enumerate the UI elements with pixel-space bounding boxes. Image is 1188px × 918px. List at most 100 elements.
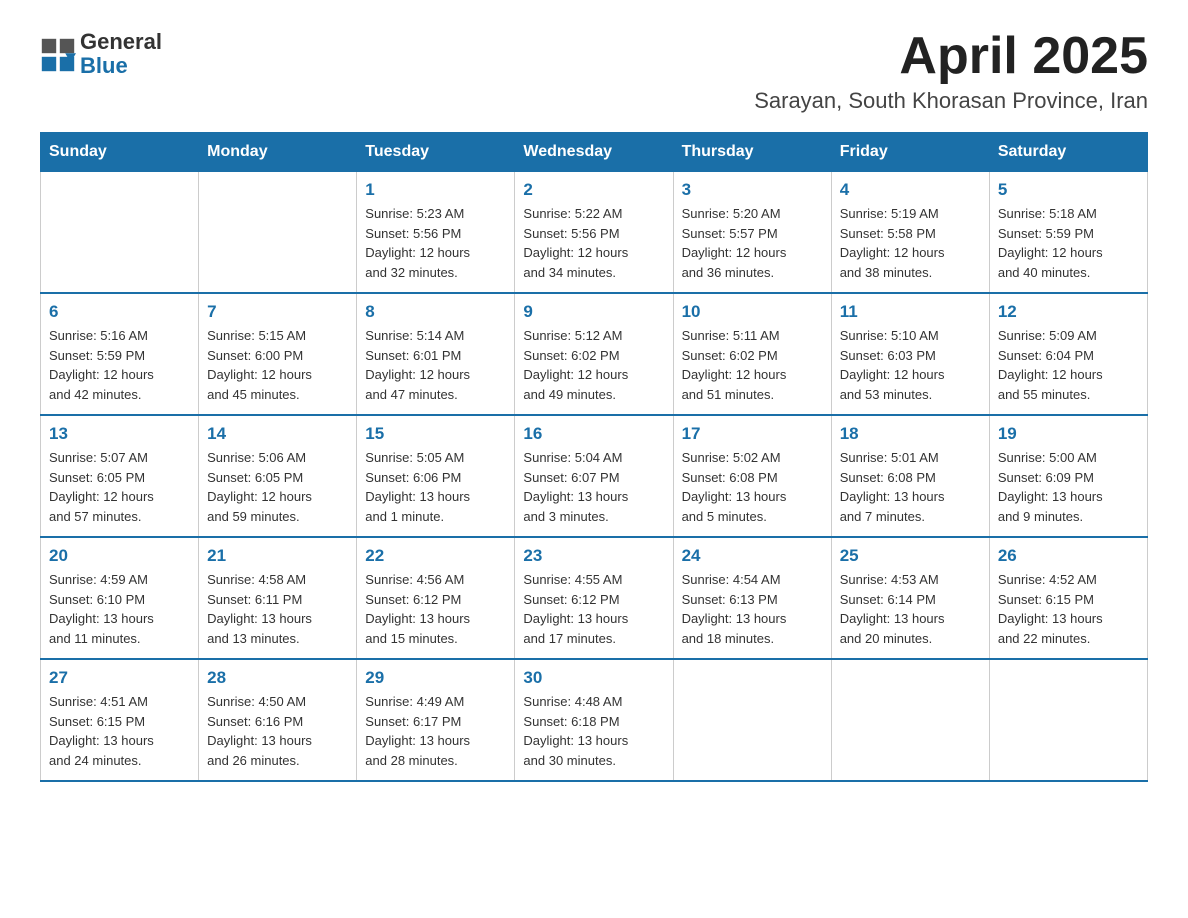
calendar-table: Sunday Monday Tuesday Wednesday Thursday… xyxy=(40,132,1148,782)
calendar-cell: 8 Sunrise: 5:14 AMSunset: 6:01 PMDaylight… xyxy=(357,293,515,415)
day-info: Sunrise: 4:53 AMSunset: 6:14 PMDaylight:… xyxy=(840,570,981,648)
logo-blue-text: Blue xyxy=(80,54,162,78)
day-info: Sunrise: 5:12 AMSunset: 6:02 PMDaylight:… xyxy=(523,326,664,404)
calendar-cell: 25 Sunrise: 4:53 AMSunset: 6:14 PMDayligh… xyxy=(831,537,989,659)
day-info: Sunrise: 4:48 AMSunset: 6:18 PMDaylight:… xyxy=(523,692,664,770)
day-info: Sunrise: 5:11 AMSunset: 6:02 PMDaylight:… xyxy=(682,326,823,404)
day-info: Sunrise: 5:16 AMSunset: 5:59 PMDaylight:… xyxy=(49,326,190,404)
calendar-cell: 3Sunrise: 5:20 AMSunset: 5:57 PMDaylight… xyxy=(673,172,831,294)
day-number: 28 xyxy=(207,668,348,688)
day-number: 8 xyxy=(365,302,506,322)
day-number: 23 xyxy=(523,546,664,566)
day-number: 22 xyxy=(365,546,506,566)
day-info: Sunrise: 5:00 AMSunset: 6:09 PMDaylight:… xyxy=(998,448,1139,526)
col-thursday: Thursday xyxy=(673,133,831,172)
col-tuesday: Tuesday xyxy=(357,133,515,172)
calendar-cell: 17Sunrise: 5:02 AMSunset: 6:08 PMDayligh… xyxy=(673,415,831,537)
day-number: 5 xyxy=(998,180,1139,200)
day-number: 12 xyxy=(998,302,1139,322)
day-info: Sunrise: 5:19 AMSunset: 5:58 PMDaylight:… xyxy=(840,204,981,282)
day-info: Sunrise: 5:22 AMSunset: 5:56 PMDaylight:… xyxy=(523,204,664,282)
calendar-cell: 10 Sunrise: 5:11 AMSunset: 6:02 PMDayligh… xyxy=(673,293,831,415)
calendar-week-row: 13 Sunrise: 5:07 AMSunset: 6:05 PMDayligh… xyxy=(41,415,1148,537)
calendar-header-row: Sunday Monday Tuesday Wednesday Thursday… xyxy=(41,133,1148,172)
day-info: Sunrise: 5:15 AMSunset: 6:00 PMDaylight:… xyxy=(207,326,348,404)
calendar-week-row: 27 Sunrise: 4:51 AMSunset: 6:15 PMDayligh… xyxy=(41,659,1148,781)
calendar-cell xyxy=(199,172,357,294)
calendar-cell: 23Sunrise: 4:55 AMSunset: 6:12 PMDayligh… xyxy=(515,537,673,659)
calendar-cell: 24Sunrise: 4:54 AMSunset: 6:13 PMDayligh… xyxy=(673,537,831,659)
day-info: Sunrise: 4:51 AMSunset: 6:15 PMDaylight:… xyxy=(49,692,190,770)
page-subtitle: Sarayan, South Khorasan Province, Iran xyxy=(754,88,1148,114)
day-info: Sunrise: 4:49 AMSunset: 6:17 PMDaylight:… xyxy=(365,692,506,770)
col-sunday: Sunday xyxy=(41,133,199,172)
day-number: 14 xyxy=(207,424,348,444)
day-info: Sunrise: 4:52 AMSunset: 6:15 PMDaylight:… xyxy=(998,570,1139,648)
calendar-cell xyxy=(673,659,831,781)
day-info: Sunrise: 5:07 AMSunset: 6:05 PMDaylight:… xyxy=(49,448,190,526)
day-number: 1 xyxy=(365,180,506,200)
calendar-cell: 1 Sunrise: 5:23 AMSunset: 5:56 PMDaylight… xyxy=(357,172,515,294)
day-number: 16 xyxy=(523,424,664,444)
day-info: Sunrise: 5:20 AMSunset: 5:57 PMDaylight:… xyxy=(682,204,823,282)
day-number: 17 xyxy=(682,424,823,444)
calendar-cell: 9Sunrise: 5:12 AMSunset: 6:02 PMDaylight… xyxy=(515,293,673,415)
day-number: 25 xyxy=(840,546,981,566)
calendar-cell: 27 Sunrise: 4:51 AMSunset: 6:15 PMDayligh… xyxy=(41,659,199,781)
day-info: Sunrise: 4:56 AMSunset: 6:12 PMDaylight:… xyxy=(365,570,506,648)
day-number: 21 xyxy=(207,546,348,566)
calendar-cell: 29Sunrise: 4:49 AMSunset: 6:17 PMDayligh… xyxy=(357,659,515,781)
calendar-cell: 22 Sunrise: 4:56 AMSunset: 6:12 PMDayligh… xyxy=(357,537,515,659)
calendar-cell: 18Sunrise: 5:01 AMSunset: 6:08 PMDayligh… xyxy=(831,415,989,537)
day-info: Sunrise: 5:14 AMSunset: 6:01 PMDaylight:… xyxy=(365,326,506,404)
calendar-cell: 4 Sunrise: 5:19 AMSunset: 5:58 PMDaylight… xyxy=(831,172,989,294)
day-info: Sunrise: 5:06 AMSunset: 6:05 PMDaylight:… xyxy=(207,448,348,526)
day-info: Sunrise: 5:23 AMSunset: 5:56 PMDaylight:… xyxy=(365,204,506,282)
calendar-cell: 30 Sunrise: 4:48 AMSunset: 6:18 PMDayligh… xyxy=(515,659,673,781)
day-number: 7 xyxy=(207,302,348,322)
calendar-cell: 20 Sunrise: 4:59 AMSunset: 6:10 PMDayligh… xyxy=(41,537,199,659)
calendar-cell: 16 Sunrise: 5:04 AMSunset: 6:07 PMDayligh… xyxy=(515,415,673,537)
title-block: April 2025 Sarayan, South Khorasan Provi… xyxy=(754,30,1148,114)
calendar-cell: 13 Sunrise: 5:07 AMSunset: 6:05 PMDayligh… xyxy=(41,415,199,537)
day-number: 2 xyxy=(523,180,664,200)
day-number: 11 xyxy=(840,302,981,322)
day-info: Sunrise: 5:04 AMSunset: 6:07 PMDaylight:… xyxy=(523,448,664,526)
logo-general-text: General xyxy=(80,30,162,54)
calendar-cell: 12 Sunrise: 5:09 AMSunset: 6:04 PMDayligh… xyxy=(989,293,1147,415)
calendar-cell: 26 Sunrise: 4:52 AMSunset: 6:15 PMDayligh… xyxy=(989,537,1147,659)
day-info: Sunrise: 5:01 AMSunset: 6:08 PMDaylight:… xyxy=(840,448,981,526)
day-info: Sunrise: 4:58 AMSunset: 6:11 PMDaylight:… xyxy=(207,570,348,648)
day-number: 26 xyxy=(998,546,1139,566)
day-info: Sunrise: 5:09 AMSunset: 6:04 PMDaylight:… xyxy=(998,326,1139,404)
day-number: 30 xyxy=(523,668,664,688)
day-number: 6 xyxy=(49,302,190,322)
logo: General Blue xyxy=(40,30,162,78)
day-number: 10 xyxy=(682,302,823,322)
day-number: 4 xyxy=(840,180,981,200)
calendar-cell: 7 Sunrise: 5:15 AMSunset: 6:00 PMDaylight… xyxy=(199,293,357,415)
day-number: 15 xyxy=(365,424,506,444)
day-number: 20 xyxy=(49,546,190,566)
day-info: Sunrise: 4:54 AMSunset: 6:13 PMDaylight:… xyxy=(682,570,823,648)
day-info: Sunrise: 4:50 AMSunset: 6:16 PMDaylight:… xyxy=(207,692,348,770)
calendar-cell: 2 Sunrise: 5:22 AMSunset: 5:56 PMDaylight… xyxy=(515,172,673,294)
day-info: Sunrise: 5:18 AMSunset: 5:59 PMDaylight:… xyxy=(998,204,1139,282)
logo-text: General Blue xyxy=(80,30,162,78)
calendar-cell: 21 Sunrise: 4:58 AMSunset: 6:11 PMDayligh… xyxy=(199,537,357,659)
calendar-cell: 19 Sunrise: 5:00 AMSunset: 6:09 PMDayligh… xyxy=(989,415,1147,537)
logo-icon xyxy=(40,37,76,73)
col-wednesday: Wednesday xyxy=(515,133,673,172)
calendar-cell: 28 Sunrise: 4:50 AMSunset: 6:16 PMDayligh… xyxy=(199,659,357,781)
calendar-week-row: 20 Sunrise: 4:59 AMSunset: 6:10 PMDayligh… xyxy=(41,537,1148,659)
calendar-cell xyxy=(989,659,1147,781)
day-number: 13 xyxy=(49,424,190,444)
calendar-cell: 5 Sunrise: 5:18 AMSunset: 5:59 PMDaylight… xyxy=(989,172,1147,294)
calendar-week-row: 1 Sunrise: 5:23 AMSunset: 5:56 PMDaylight… xyxy=(41,172,1148,294)
col-friday: Friday xyxy=(831,133,989,172)
day-info: Sunrise: 4:59 AMSunset: 6:10 PMDaylight:… xyxy=(49,570,190,648)
calendar-cell xyxy=(41,172,199,294)
day-number: 27 xyxy=(49,668,190,688)
calendar-cell: 15Sunrise: 5:05 AMSunset: 6:06 PMDayligh… xyxy=(357,415,515,537)
day-number: 19 xyxy=(998,424,1139,444)
